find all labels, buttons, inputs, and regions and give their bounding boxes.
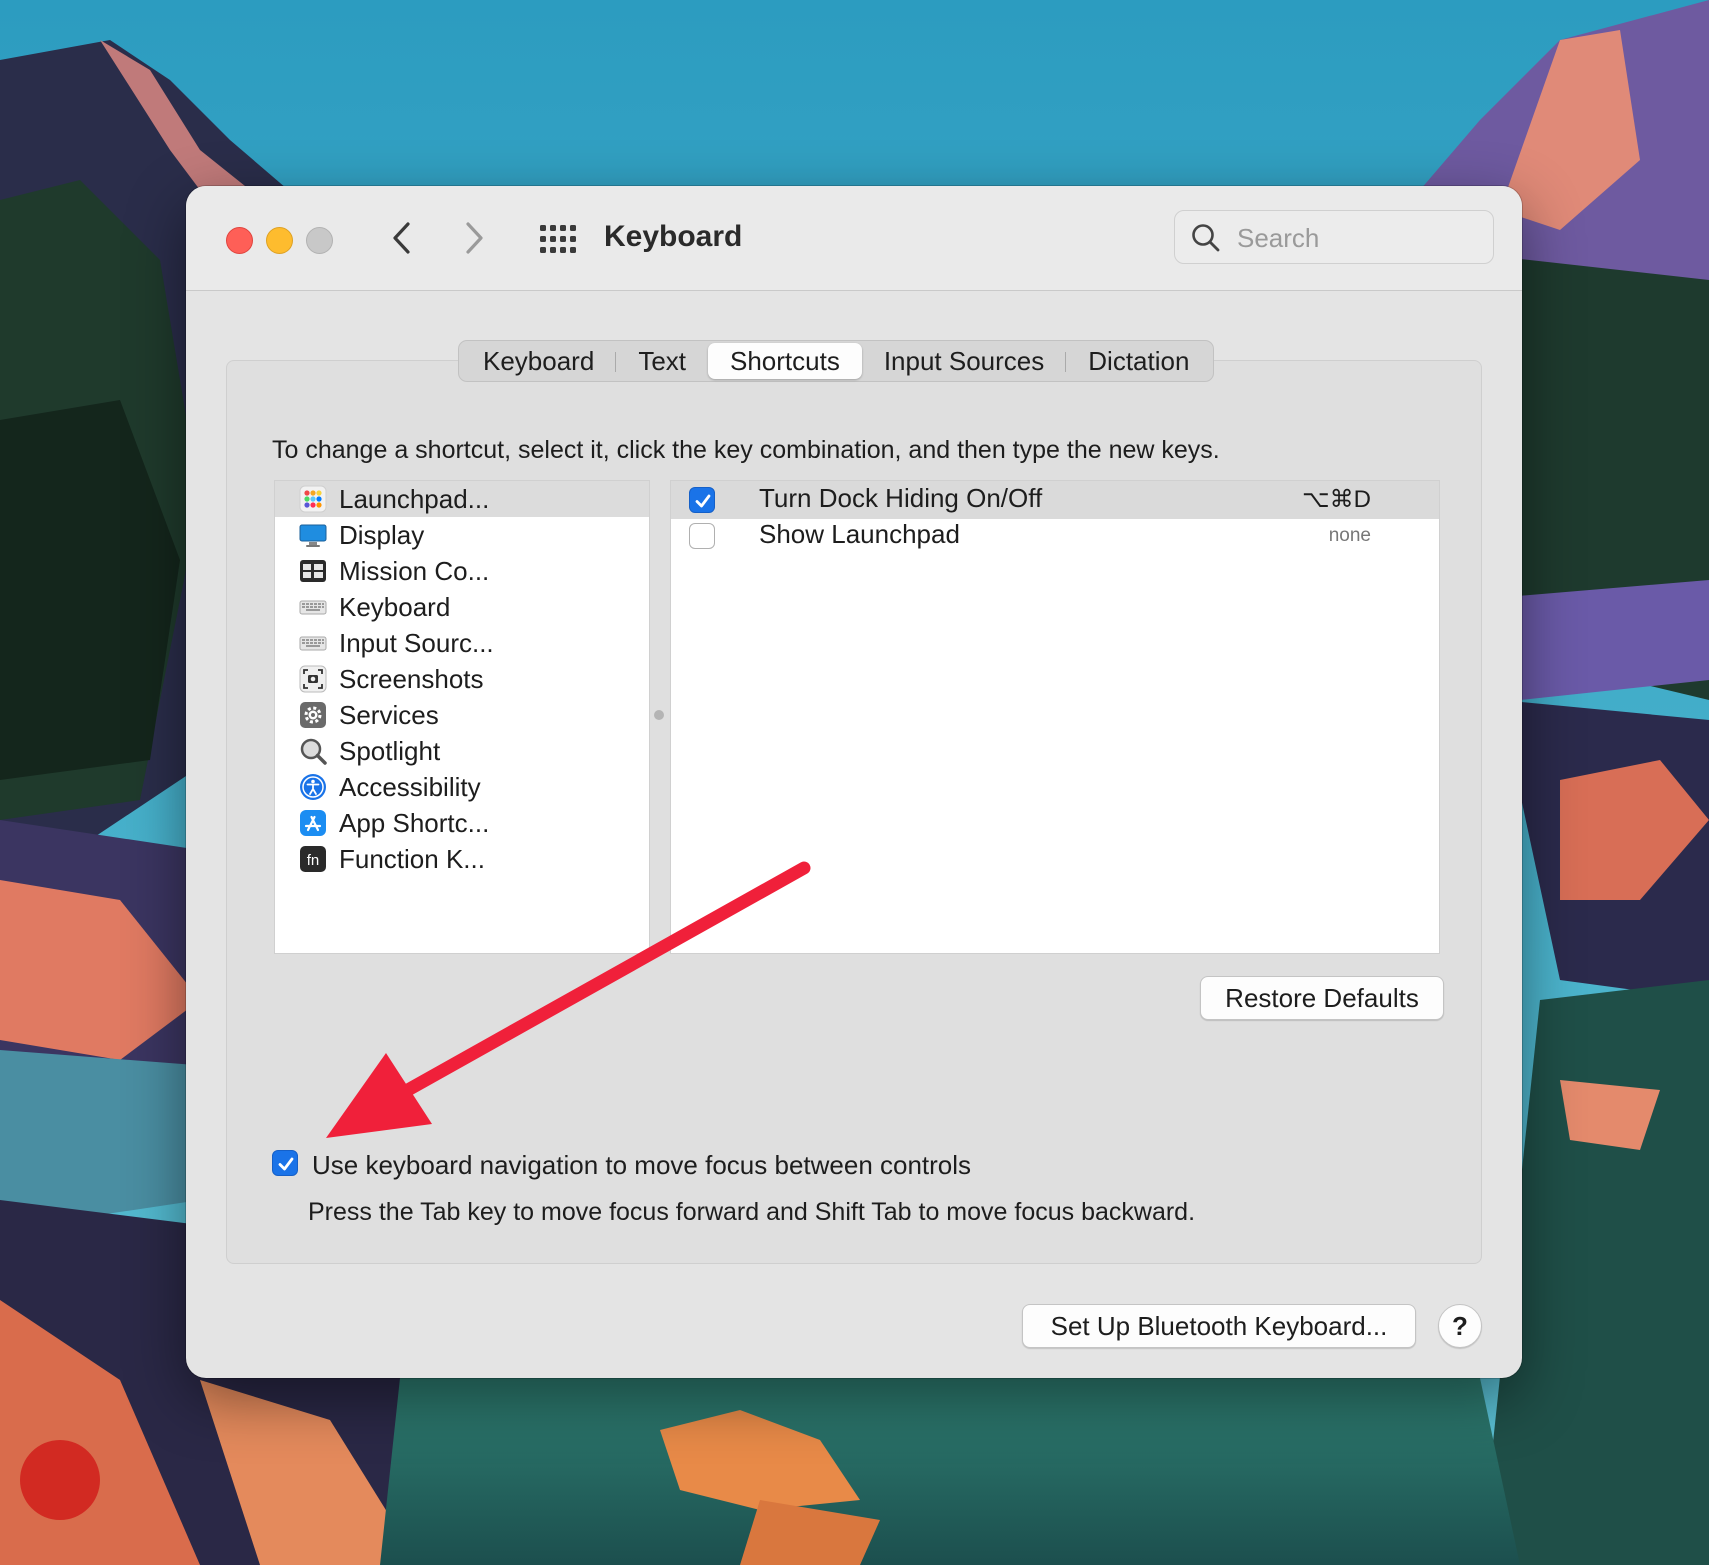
tab-bar: Keyboard Text Shortcuts Input Sources Di… — [458, 340, 1215, 382]
category-item-input-sources[interactable]: Input Sourc... — [275, 625, 649, 661]
category-label: Display — [339, 519, 425, 550]
category-item-services[interactable]: Services — [275, 697, 649, 733]
function-keys-icon: fn — [300, 846, 326, 872]
shortcut-row[interactable]: Turn Dock Hiding On/Off ⌥⌘D — [671, 481, 1439, 519]
category-label: Accessibility — [339, 771, 481, 802]
category-label: Launchpad... — [339, 483, 490, 514]
category-label: Screenshots — [339, 663, 484, 694]
category-item-spotlight[interactable]: Spotlight — [275, 733, 649, 769]
category-label: Spotlight — [339, 735, 441, 766]
category-label: Keyboard — [339, 591, 451, 622]
forward-button[interactable] — [454, 216, 494, 260]
display-icon — [299, 524, 327, 547]
search-icon — [1192, 224, 1220, 252]
category-label: Function K... — [339, 843, 485, 874]
shortcut-row[interactable]: Show Launchpad none — [671, 519, 1439, 557]
category-item-function-keys[interactable]: fn Function K... — [275, 841, 649, 877]
instruction-text: To change a shortcut, select it, click t… — [272, 436, 1220, 464]
accessibility-icon — [300, 774, 326, 800]
checkmark-icon — [695, 494, 711, 508]
category-item-display[interactable]: Display — [275, 517, 649, 553]
keyboard-navigation-checkbox[interactable] — [272, 1150, 298, 1176]
category-item-accessibility[interactable]: Accessibility — [275, 769, 649, 805]
svg-text:fn: fn — [307, 852, 320, 869]
tab-keyboard[interactable]: Keyboard — [461, 343, 617, 379]
app-shortcuts-icon — [300, 810, 326, 836]
shortcut-category-list[interactable]: Launchpad... Display Mission Co... Keybo… — [274, 480, 650, 954]
category-label: Input Sourc... — [339, 627, 494, 658]
category-label: Services — [339, 699, 439, 730]
chevron-right-icon — [466, 222, 483, 254]
launchpad-icon — [299, 485, 327, 513]
shortcut-list[interactable]: Turn Dock Hiding On/Off ⌥⌘D Show Launchp… — [670, 480, 1440, 954]
split-view-divider[interactable] — [654, 710, 664, 720]
checkmark-icon — [278, 1157, 294, 1171]
spotlight-icon — [300, 738, 327, 765]
tab-input-sources[interactable]: Input Sources — [862, 343, 1067, 379]
shortcut-key[interactable]: ⌥⌘D — [1302, 485, 1371, 514]
category-label: Mission Co... — [339, 555, 490, 586]
input-sources-icon — [299, 636, 327, 651]
keyboard-navigation-help-text: Press the Tab key to move focus forward … — [308, 1198, 1196, 1226]
minimize-button[interactable] — [266, 227, 293, 254]
keyboard-navigation-label[interactable]: Use keyboard navigation to move focus be… — [312, 1150, 971, 1181]
shortcut-label: Turn Dock Hiding On/Off — [759, 483, 1043, 513]
tab-dictation[interactable]: Dictation — [1066, 343, 1211, 379]
screenshots-icon — [299, 665, 327, 693]
category-item-mission-control[interactable]: Mission Co... — [275, 553, 649, 589]
shortcut-label: Show Launchpad — [759, 519, 960, 549]
window-title: Keyboard — [604, 220, 743, 253]
keyboard-icon — [299, 600, 327, 615]
keyboard-preferences-window: Keyboard Keyboard Text Shortcuts Input S… — [186, 186, 1522, 1378]
set-up-bluetooth-keyboard-button[interactable]: Set Up Bluetooth Keyboard... — [1022, 1304, 1416, 1348]
tab-shortcuts[interactable]: Shortcuts — [708, 343, 862, 379]
shortcut-checkbox[interactable] — [689, 523, 715, 549]
grid-icon — [540, 225, 576, 253]
show-all-button[interactable] — [538, 222, 578, 256]
search-field[interactable] — [1174, 210, 1494, 264]
back-button[interactable] — [382, 216, 422, 260]
category-item-launchpad[interactable]: Launchpad... — [275, 481, 649, 517]
chevron-left-icon — [393, 222, 410, 254]
title-bar: Keyboard — [186, 186, 1522, 291]
shortcut-key[interactable]: none — [1329, 525, 1371, 547]
close-button[interactable] — [226, 227, 253, 254]
restore-defaults-button[interactable]: Restore Defaults — [1200, 976, 1444, 1020]
category-item-app-shortcuts[interactable]: App Shortc... — [275, 805, 649, 841]
category-item-keyboard[interactable]: Keyboard — [275, 589, 649, 625]
mission-control-icon — [300, 560, 326, 582]
search-input[interactable] — [1235, 219, 1479, 257]
help-button[interactable]: ? — [1438, 1304, 1482, 1348]
zoom-button[interactable] — [306, 227, 333, 254]
category-item-screenshots[interactable]: Screenshots — [275, 661, 649, 697]
services-gear-icon — [300, 702, 326, 728]
tab-text[interactable]: Text — [616, 343, 708, 379]
category-label: App Shortc... — [339, 807, 490, 838]
shortcut-checkbox[interactable] — [689, 487, 715, 513]
